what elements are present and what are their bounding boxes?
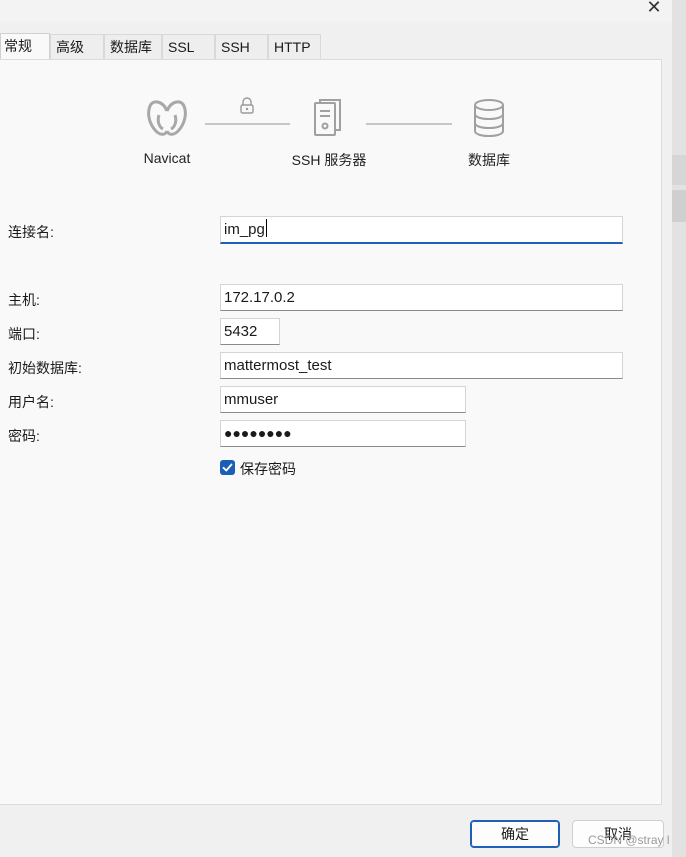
navicat-logo-icon (147, 100, 187, 136)
username-label: 用户名: (8, 394, 54, 410)
background-band (672, 190, 686, 222)
connection-line (366, 123, 452, 125)
connection-name-input[interactable]: im_pg (220, 216, 623, 244)
tab-ssh[interactable]: SSH (215, 34, 268, 59)
tab-general[interactable]: 常规 (0, 33, 50, 60)
password-input[interactable]: ●●●●●●●● (220, 420, 466, 447)
initial-database-input[interactable]: mattermost_test (220, 352, 623, 379)
watermark-text: CSDN @stray l (588, 833, 670, 847)
tab-advanced[interactable]: 高级 (50, 34, 104, 59)
port-label: 端口: (8, 326, 40, 342)
host-input[interactable]: 172.17.0.2 (220, 284, 623, 311)
background-band (672, 155, 686, 185)
connection-name-label: 连接名: (8, 224, 54, 240)
tab-databases[interactable]: 数据库 (104, 34, 162, 59)
title-bar: ✕ (0, 0, 672, 22)
connection-name-value: im_pg (224, 221, 265, 238)
port-input[interactable]: 5432 (220, 318, 280, 345)
text-caret (265, 219, 267, 237)
database-label: 数据库 (468, 152, 510, 168)
tab-bar: 常规 高级 数据库 SSL SSH HTTP (0, 33, 672, 60)
tab-ssl[interactable]: SSL (162, 34, 215, 59)
ok-button[interactable]: 确定 (470, 820, 560, 848)
username-input[interactable]: mmuser (220, 386, 466, 413)
save-password-label[interactable]: 保存密码 (240, 459, 296, 479)
background-window-edge (672, 0, 686, 857)
password-label: 密码: (8, 428, 40, 444)
ssh-server-label: SSH 服务器 (291, 152, 367, 168)
host-label: 主机: (8, 292, 40, 308)
database-icon (474, 99, 504, 138)
initial-database-label: 初始数据库: (8, 360, 82, 376)
tab-http[interactable]: HTTP (268, 34, 321, 59)
close-icon[interactable]: ✕ (642, 0, 666, 19)
connection-line (205, 123, 290, 125)
navicat-label: Navicat (143, 150, 191, 166)
server-icon (314, 99, 341, 136)
lock-icon (240, 97, 254, 114)
checkmark-icon (222, 463, 233, 472)
save-password-checkbox[interactable] (220, 460, 235, 475)
